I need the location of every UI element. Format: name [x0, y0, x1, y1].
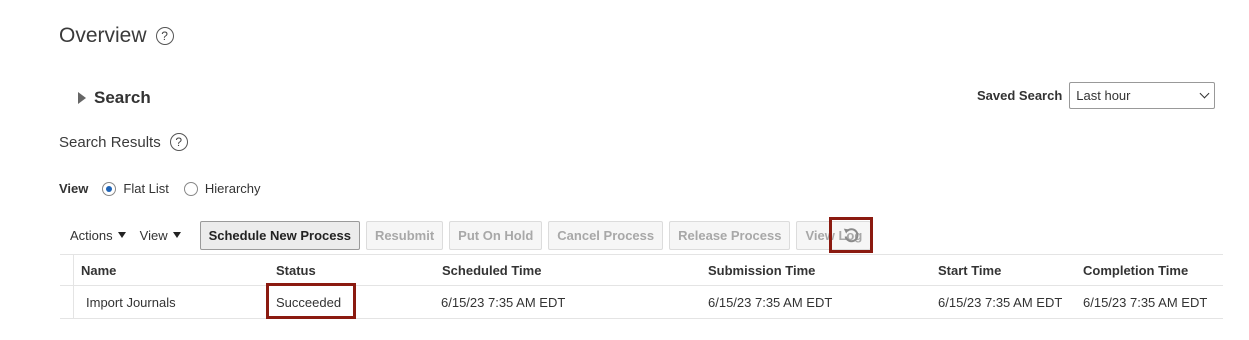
search-section-toggle[interactable]: Search: [78, 88, 151, 108]
radio-hierarchy[interactable]: Hierarchy: [183, 181, 261, 196]
cell-scheduled-time: 6/15/23 7:35 AM EDT: [441, 295, 566, 310]
expand-triangle-icon: [78, 92, 86, 104]
cancel-process-button[interactable]: Cancel Process: [548, 220, 664, 250]
column-header-name[interactable]: Name: [81, 263, 116, 278]
page-title: Overview ?: [59, 24, 174, 48]
cell-name: Import Journals: [86, 295, 176, 310]
release-process-button[interactable]: Release Process: [669, 220, 791, 250]
search-results-title: Search Results ?: [59, 133, 188, 151]
dropdown-triangle-icon: [172, 232, 181, 238]
actions-menu-label: Actions: [70, 227, 113, 243]
column-header-submission-time[interactable]: Submission Time: [708, 263, 815, 278]
cell-completion-time: 6/15/23 7:35 AM EDT: [1083, 295, 1208, 310]
chevron-down-icon: [1199, 88, 1210, 99]
page-title-text: Overview: [59, 24, 147, 47]
saved-search-label: Saved Search: [977, 88, 1063, 103]
column-header-start-time[interactable]: Start Time: [938, 263, 1001, 278]
refresh-button[interactable]: [829, 217, 873, 253]
radio-unselected-icon[interactable]: [183, 181, 198, 196]
search-results-label: Search Results: [59, 133, 161, 151]
view-mode-selector: View Flat List Hierarchy: [59, 181, 276, 196]
radio-flat-list-label: Flat List: [123, 181, 169, 196]
column-header-completion-time[interactable]: Completion Time: [1083, 263, 1188, 278]
radio-hierarchy-label: Hierarchy: [204, 181, 261, 196]
row-divider: [60, 318, 1223, 319]
saved-search-select[interactable]: Last hour: [1069, 82, 1216, 109]
saved-search-value: Last hour: [1076, 88, 1131, 103]
status-highlight-box: [266, 283, 356, 319]
help-icon[interactable]: ?: [169, 133, 188, 151]
put-on-hold-button[interactable]: Put On Hold: [449, 220, 543, 250]
table-header: Name Status Scheduled Time Submission Ti…: [60, 254, 1223, 286]
radio-flat-list[interactable]: Flat List: [102, 181, 169, 196]
radio-selected-icon[interactable]: [102, 181, 117, 196]
help-icon[interactable]: ?: [155, 27, 174, 45]
search-section-label: Search: [94, 88, 151, 107]
cell-start-time: 6/15/23 7:35 AM EDT: [938, 295, 1063, 310]
view-menu-label: View: [139, 227, 168, 243]
column-header-scheduled-time[interactable]: Scheduled Time: [442, 263, 541, 278]
actions-menu[interactable]: Actions: [70, 228, 126, 243]
schedule-new-process-button[interactable]: Schedule New Process: [199, 220, 360, 250]
toolbar: Actions View Schedule New Process Resubm…: [70, 220, 877, 250]
cell-submission-time: 6/15/23 7:35 AM EDT: [708, 295, 833, 310]
saved-search: Saved Search Last hour: [977, 82, 1216, 109]
dropdown-triangle-icon: [117, 232, 126, 238]
view-menu[interactable]: View: [140, 228, 181, 243]
column-header-status[interactable]: Status: [276, 263, 316, 278]
refresh-icon: [843, 228, 859, 243]
resubmit-button[interactable]: Resubmit: [365, 220, 444, 250]
view-mode-label: View: [59, 181, 89, 196]
